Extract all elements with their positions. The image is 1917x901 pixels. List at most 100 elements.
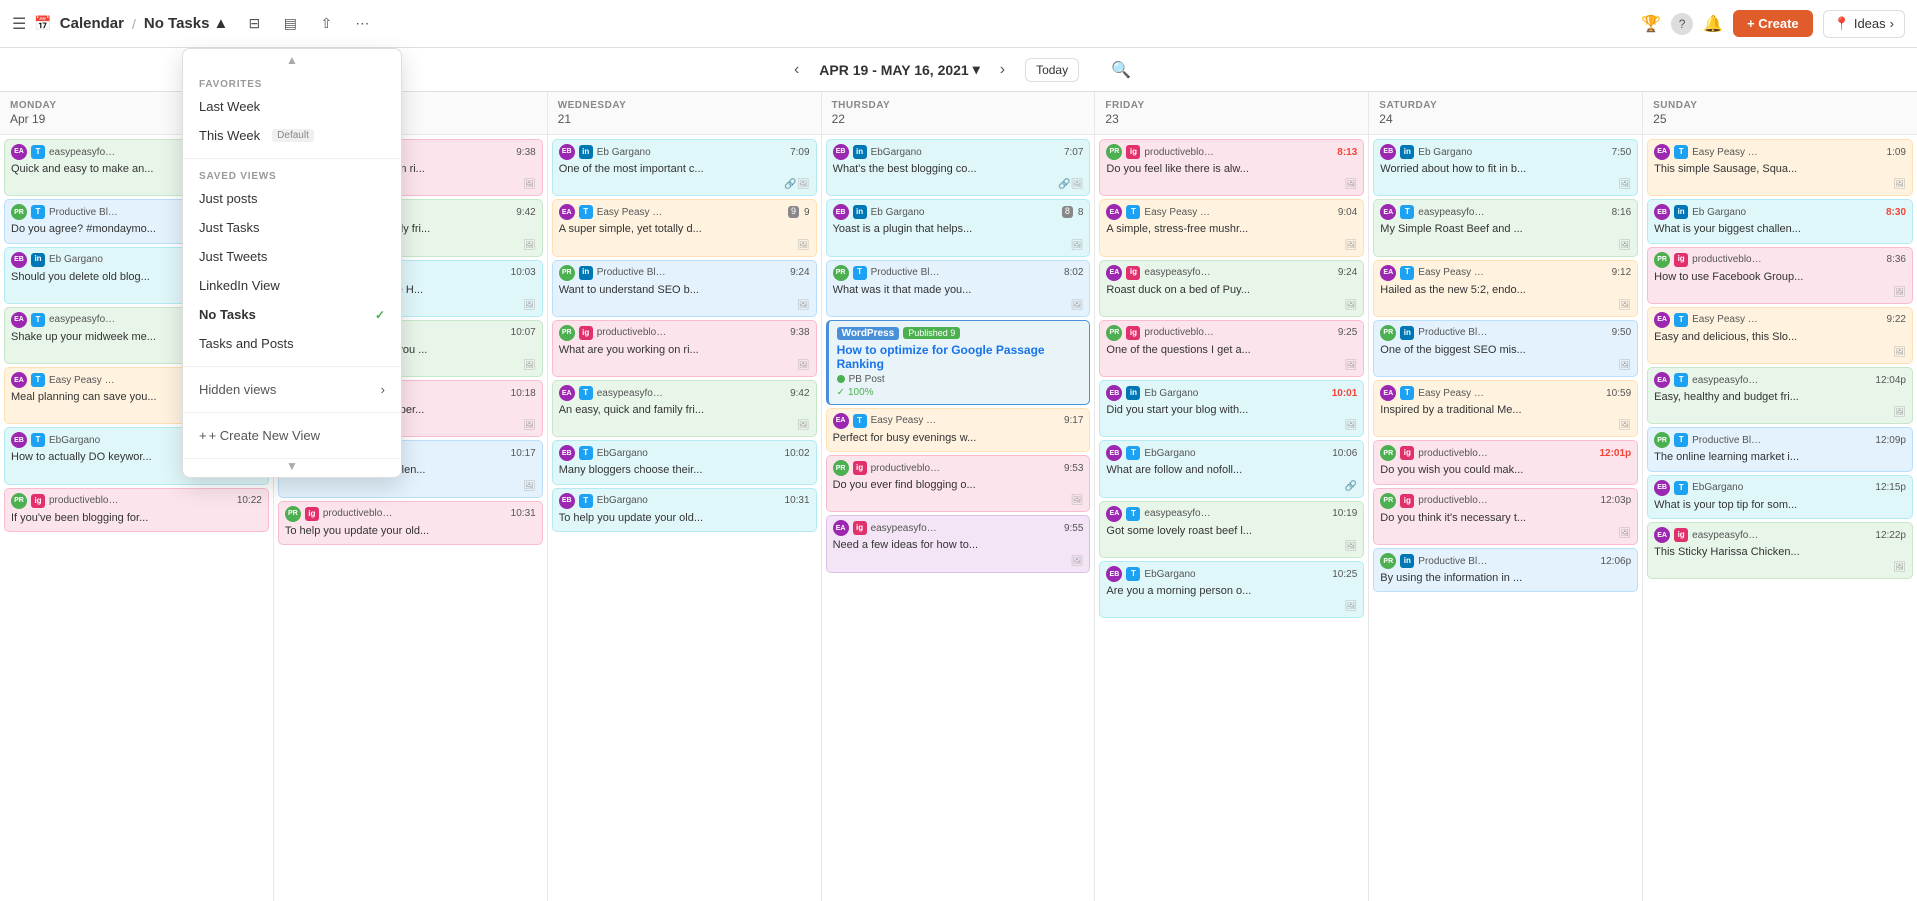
filter-btn[interactable]: ⊟ xyxy=(240,10,268,38)
card-user: EB T EbGargano xyxy=(559,493,648,509)
next-arrow[interactable]: › xyxy=(992,57,1013,83)
calendar-card[interactable]: PR ig productiveblogging 8:13 Do you fee… xyxy=(1099,139,1364,196)
calendar-card[interactable]: EB T EbGargano 10:02 Many bloggers choos… xyxy=(552,440,817,484)
calendar-card[interactable]: EB in Eb Gargano 8:30 What is your bigge… xyxy=(1647,199,1913,243)
card-user: PR T Productive Blogging xyxy=(833,265,941,281)
tw-platform-icon: T xyxy=(31,433,45,447)
calendar-card[interactable]: PR ig productiveblogging 10:22 If you've… xyxy=(4,488,269,532)
calendar-card[interactable]: EA T easypeasyfoodie 9:42 An easy, quick… xyxy=(552,380,817,437)
today-button[interactable]: Today xyxy=(1025,58,1079,82)
calendar-card[interactable]: EA T easypeasyfoodie 8:16 My Simple Roas… xyxy=(1373,199,1638,256)
card-text: To help you update your old... xyxy=(285,524,536,538)
card-time: 9:55 xyxy=(1064,522,1083,535)
calendar-card[interactable]: PR T Productive Blogging 8:02 What was i… xyxy=(826,260,1091,317)
calendar-card[interactable]: EA T Easy Peasy Foodie 10:59 Inspired by… xyxy=(1373,380,1638,437)
username: Easy Peasy Foodie xyxy=(871,414,941,427)
col-items: EB in Eb Gargano 7:50 Worried about how … xyxy=(1369,135,1642,901)
calendar-card[interactable]: EA ig easypeasyfoodie 12:22p This Sticky… xyxy=(1647,522,1913,579)
card-user: PR in Productive Blogging xyxy=(1380,325,1488,341)
card-user: EB in Eb Gargano xyxy=(833,204,925,220)
calendar-card[interactable]: EB T EbGargano 12:15p What is your top t… xyxy=(1647,475,1913,519)
trophy-icon[interactable]: 🏆 xyxy=(1641,14,1661,34)
just-posts-item[interactable]: Just posts xyxy=(183,184,401,213)
help-icon[interactable]: ? xyxy=(1671,13,1693,35)
calendar-card[interactable]: EB T EbGargano 10:06 What are follow and… xyxy=(1099,440,1364,497)
no-tasks-item[interactable]: No Tasks ✓ xyxy=(183,300,401,329)
image-icon: 🖼 xyxy=(1893,286,1906,299)
more-btn[interactable]: ⋯ xyxy=(348,10,376,38)
calendar-card[interactable]: EB T EbGargano 10:25 Are you a morning p… xyxy=(1099,561,1364,618)
calendar-card[interactable]: EA T easypeasyfoodie 12:04p Easy, health… xyxy=(1647,367,1913,424)
app-title: Calendar xyxy=(60,15,124,32)
avatar: EA xyxy=(1106,506,1122,522)
prev-arrow[interactable]: ‹ xyxy=(786,57,807,83)
ideas-arrow-icon: › xyxy=(1890,16,1894,31)
layout-btn[interactable]: ▤ xyxy=(276,10,304,38)
calendar-card[interactable]: EB in Eb Gargano 8 8 Yoast is a plugin t… xyxy=(826,199,1091,256)
calendar-card[interactable]: PR in Productive Blogging 9:24 Want to u… xyxy=(552,260,817,317)
image-icon: 🖼 xyxy=(1345,419,1358,432)
calendar-card[interactable]: PR ig productiveblogging 8:36 How to use… xyxy=(1647,247,1913,304)
calendar-card[interactable]: PR T Productive Blogging 12:09p The onli… xyxy=(1647,427,1913,471)
ideas-button[interactable]: 📍 Ideas › xyxy=(1823,10,1905,38)
calendar-card[interactable]: EA T easypeasyfoodie 10:19 Got some love… xyxy=(1099,501,1364,558)
search-icon[interactable]: 🔍 xyxy=(1111,60,1131,80)
calendar-card[interactable]: EB T EbGargano 10:31 To help you update … xyxy=(552,488,817,532)
username: Eb Gargano xyxy=(1418,146,1472,159)
this-week-item[interactable]: This Week Default xyxy=(183,121,401,150)
calendar-card[interactable]: PR ig productiveblogging 9:25 One of the… xyxy=(1099,320,1364,377)
calendar-card[interactable]: PR ig productiveblogging 9:53 Do you eve… xyxy=(826,455,1091,512)
calendar-card[interactable]: PR ig productiveblogging 10:31 To help y… xyxy=(278,501,543,545)
calendar-card[interactable]: PR in Productive Blog... 12:06p By using… xyxy=(1373,548,1638,592)
hidden-views-item[interactable]: Hidden views › xyxy=(183,375,401,404)
card-text: Need a few ideas for how to... xyxy=(833,538,1084,552)
username: productiveblogging xyxy=(1692,253,1762,266)
avatar: PR xyxy=(1106,144,1122,160)
view-arrow-icon: ▲ xyxy=(213,15,228,32)
card-user: EA T easypeasyfoodie xyxy=(11,312,119,328)
calendar-card[interactable]: PR ig productiveblogging 12:01p Do you w… xyxy=(1373,440,1638,484)
image-icon: 🖼 xyxy=(523,239,536,252)
avatar: EB xyxy=(833,144,849,160)
card-user: EB T EbGargano xyxy=(1106,566,1195,582)
calendar-card[interactable]: EA ig easypeasyfoodie 9:24 Roast duck on… xyxy=(1099,260,1364,317)
linkedin-view-item[interactable]: LinkedIn View xyxy=(183,271,401,300)
card-text: Hailed as the new 5:2, endo... xyxy=(1380,283,1631,297)
username: Productive Blogging xyxy=(597,266,667,279)
view-name[interactable]: No Tasks ▲ xyxy=(144,15,228,32)
create-new-view-item[interactable]: + + Create New View xyxy=(183,421,401,450)
avatar: PR xyxy=(1380,553,1396,569)
calendar-card[interactable]: EB in EbGargano 7:07 What's the best blo… xyxy=(826,139,1091,196)
calendar-card[interactable]: PR in Productive Blogging 9:50 One of th… xyxy=(1373,320,1638,377)
card-header: PR T Productive Blogging 12:09p xyxy=(1654,432,1906,448)
calendar-card[interactable]: EA T Easy Peasy Foodie 9 9 A super simpl… xyxy=(552,199,817,256)
default-badge: Default xyxy=(272,129,314,142)
calendar-card[interactable]: EA T Easy Peasy Foodie 9:17 Perfect for … xyxy=(826,408,1091,452)
tw-platform-icon: T xyxy=(1126,507,1140,521)
card-time: 9:17 xyxy=(1064,414,1083,427)
create-button[interactable]: + Create xyxy=(1733,10,1813,37)
just-tasks-item[interactable]: Just Tasks xyxy=(183,213,401,242)
username: Productive Blog... xyxy=(1418,555,1488,568)
calendar-card[interactable]: WordPress Published 9 How to optimize fo… xyxy=(826,320,1091,405)
calendar-card[interactable]: EA T Easy Peasy Foodie 9:22 Easy and del… xyxy=(1647,307,1913,364)
calendar-card[interactable]: EB in Eb Gargano 7:50 Worried about how … xyxy=(1373,139,1638,196)
share-btn[interactable]: ⇧ xyxy=(312,10,340,38)
tasks-posts-item[interactable]: Tasks and Posts xyxy=(183,329,401,358)
calendar-card[interactable]: PR ig productiveblogging 12:03p Do you t… xyxy=(1373,488,1638,545)
calendar-card[interactable]: EA ig easypeasyfoodie 9:55 Need a few id… xyxy=(826,515,1091,572)
calendar-card[interactable]: EB in Eb Gargano 7:09 One of the most im… xyxy=(552,139,817,196)
card-time: 12:22p xyxy=(1875,529,1906,542)
calendar-card[interactable]: EA T Easy Peasy Foodie 9:04 A simple, st… xyxy=(1099,199,1364,256)
bell-icon[interactable]: 🔔 xyxy=(1703,14,1723,34)
calendar-card[interactable]: EB in Eb Gargano 10:01 Did you start you… xyxy=(1099,380,1364,437)
just-tweets-item[interactable]: Just Tweets xyxy=(183,242,401,271)
card-footer: 🖼 xyxy=(1654,561,1906,574)
menu-icon[interactable]: ☰ xyxy=(12,14,26,34)
calendar-card[interactable]: EA T Easy Peasy Foodie 9:12 Hailed as th… xyxy=(1373,260,1638,317)
last-week-item[interactable]: Last Week xyxy=(183,92,401,121)
calendar-card[interactable]: EA T Easy Peasy Foodie 1:09 This simple … xyxy=(1647,139,1913,196)
card-time: 9 xyxy=(804,206,810,219)
calendar-card[interactable]: PR ig productiveblogging 9:38 What are y… xyxy=(552,320,817,377)
date-range[interactable]: APR 19 - MAY 16, 2021 ▾ xyxy=(819,61,979,78)
